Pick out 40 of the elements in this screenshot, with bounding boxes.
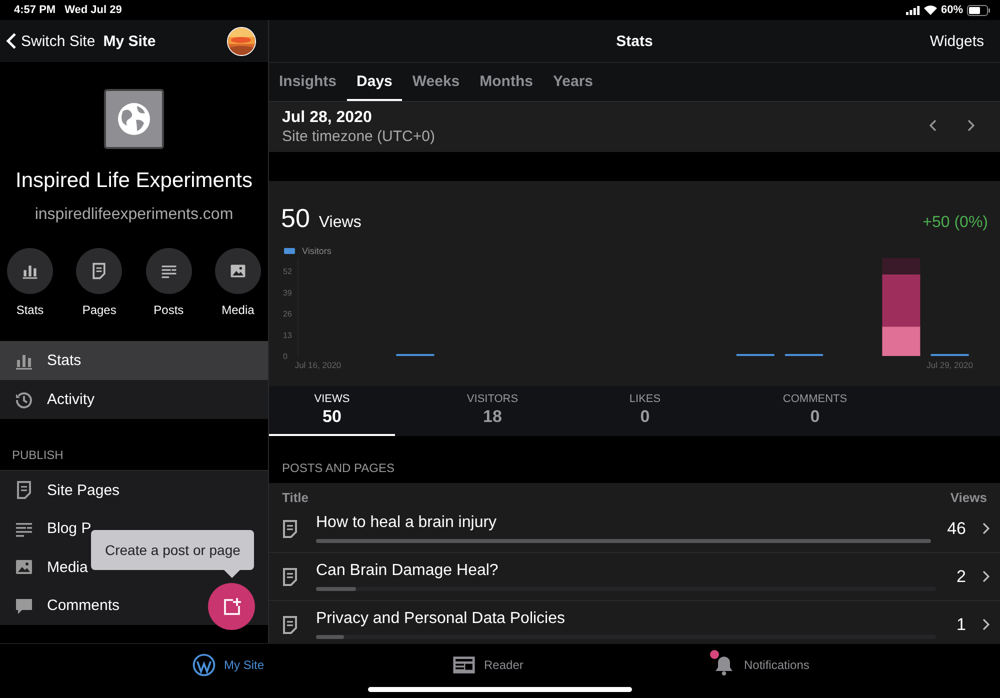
- view-count: 1: [956, 614, 966, 634]
- menu-label: Stats: [47, 352, 82, 369]
- views-label: Views: [318, 214, 362, 232]
- y-tick-label: 26: [283, 310, 292, 319]
- x-tick-label: Jul 16, 2020: [294, 360, 342, 370]
- views-count: 50: [281, 203, 310, 234]
- header-title: Stats: [616, 32, 653, 50]
- legend-label: Visitors: [302, 246, 332, 256]
- x-tick-label: Jul 29, 2020: [926, 360, 973, 370]
- y-tick-label: 39: [283, 288, 292, 298]
- menu-label: Blog P: [47, 520, 92, 538]
- tooltip: Create a post or page: [91, 530, 254, 570]
- status-time: 4:57 PM: [14, 4, 56, 16]
- battery-percentage: 60%: [940, 4, 963, 16]
- y-tick-label: 52: [283, 267, 292, 276]
- section-heading: PUBLISH: [11, 447, 64, 464]
- section-heading: POSTS AND PAGES: [281, 460, 396, 477]
- change-label: +50 (0%): [922, 214, 988, 232]
- date-label: Jul 28, 2020: [282, 109, 373, 127]
- view-count: 46: [947, 518, 966, 538]
- menu-label: Site Pages: [47, 482, 120, 499]
- view-count: 2: [956, 566, 966, 586]
- timezone-label: Site timezone (UTC+0): [282, 128, 435, 145]
- y-tick-label: 0: [283, 352, 288, 361]
- post-title: How to heal a brain injury: [316, 514, 498, 532]
- header-title: My Site: [103, 32, 156, 50]
- quick-action-label: Media: [222, 303, 254, 317]
- site-title: Inspired Life Experiments: [16, 169, 252, 193]
- status-date: Wed Jul 29: [64, 4, 122, 16]
- menu-label: Media: [47, 558, 88, 576]
- quick-action-label: Stats: [16, 303, 44, 317]
- column-header: Title: [282, 490, 308, 505]
- post-title: Can Brain Damage Heal?: [316, 562, 500, 580]
- menu-label: Activity: [47, 391, 95, 408]
- menu-label: Comments: [47, 597, 120, 614]
- quick-action-label: Posts: [154, 303, 184, 317]
- quick-action-label: Pages: [82, 303, 116, 317]
- y-tick-label: 13: [283, 330, 292, 340]
- column-header: Views: [950, 490, 987, 505]
- post-title: Privacy and Personal Data Policies: [316, 610, 566, 628]
